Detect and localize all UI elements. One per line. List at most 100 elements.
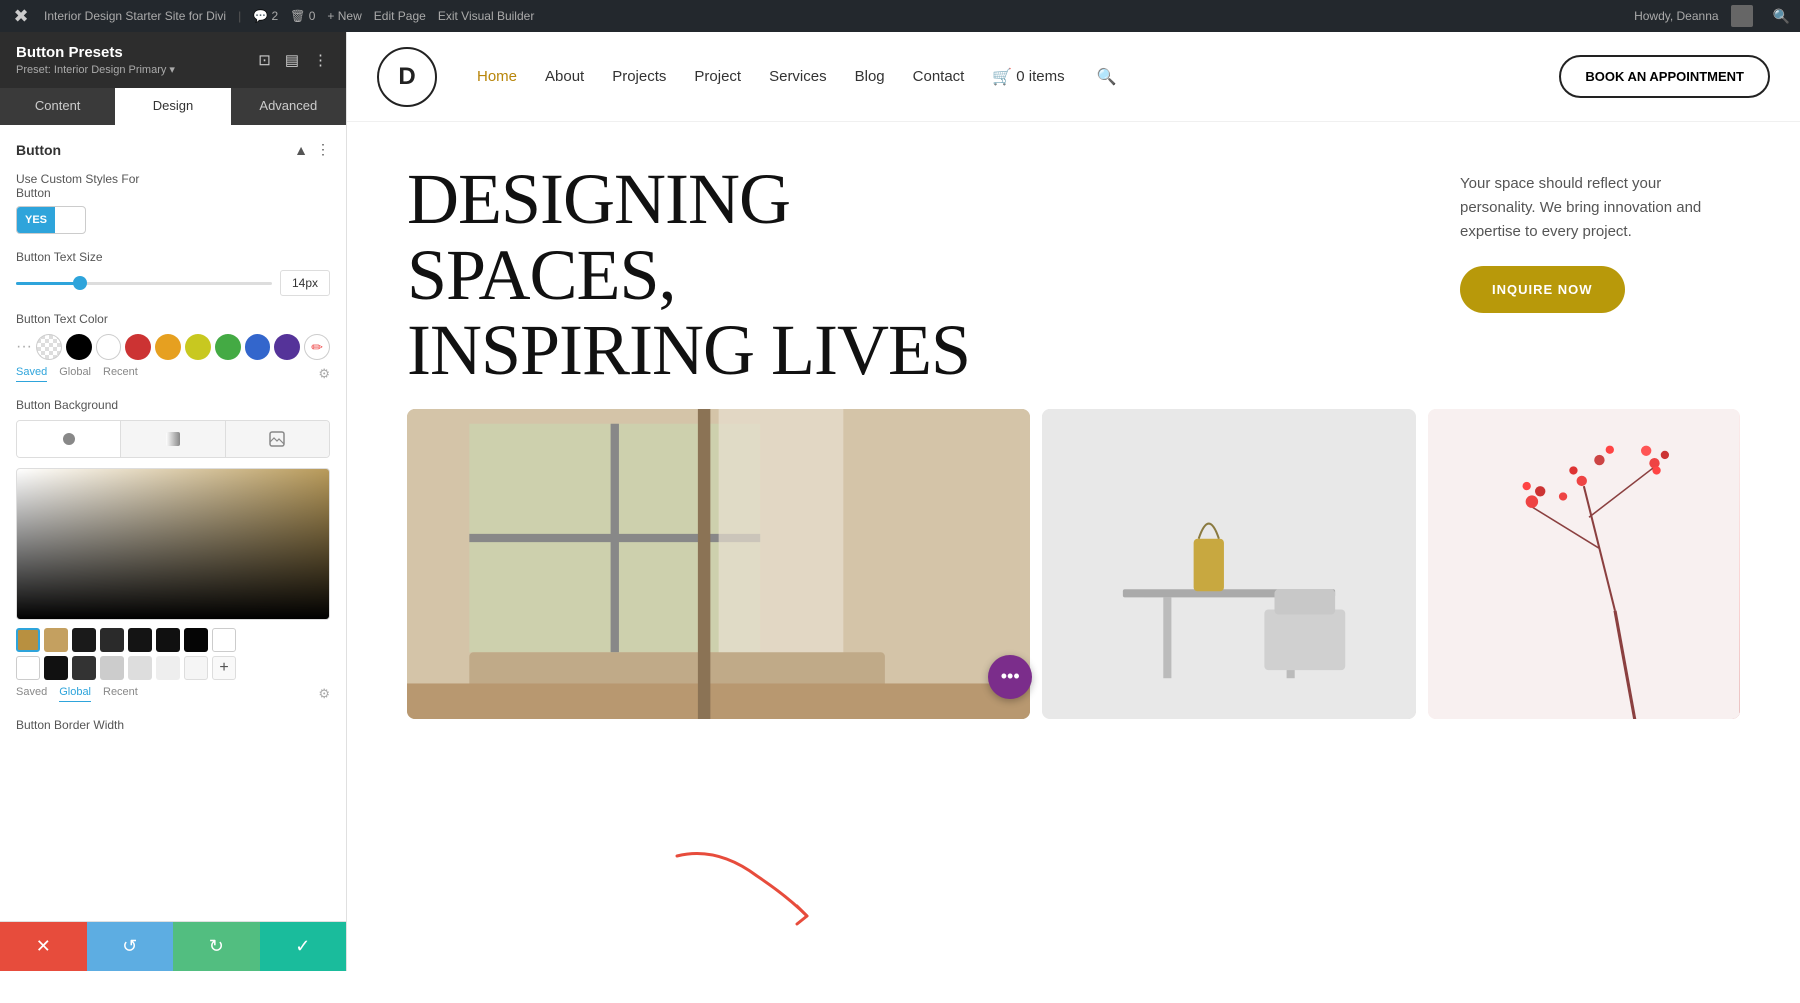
color-dots[interactable]: ··· xyxy=(16,338,32,356)
save-button[interactable]: ✓ xyxy=(260,922,347,972)
nav-link-contact[interactable]: Contact xyxy=(913,68,965,85)
panel-menu-btn[interactable]: ⋮ xyxy=(311,49,330,71)
tab-advanced[interactable]: Advanced xyxy=(231,88,346,125)
custom-styles-toggle-row: Use Custom Styles For Button YES xyxy=(16,172,330,234)
bg-swatches-row2: + xyxy=(16,656,330,680)
text-color-pencil[interactable]: ✏ xyxy=(304,334,330,360)
bg-tab-color[interactable] xyxy=(17,421,121,457)
site-nav: D Home About Projects Project Services B… xyxy=(347,32,1800,122)
nav-link-project[interactable]: Project xyxy=(694,68,741,85)
toggle-handle xyxy=(58,209,80,231)
border-width-label: Button Border Width xyxy=(16,718,330,732)
bg-color-tab-recent[interactable]: Recent xyxy=(103,686,138,702)
panel-header: Button Presets Preset: Interior Design P… xyxy=(0,32,346,88)
bg-swatch-white2[interactable] xyxy=(16,656,40,680)
section-collapse-btn[interactable]: ▲ xyxy=(294,141,308,158)
bg-swatch-dark3[interactable] xyxy=(128,628,152,652)
bg-swatch-dark4[interactable] xyxy=(156,628,180,652)
bg-swatch-dark2[interactable] xyxy=(100,628,124,652)
admin-exit-vb-link[interactable]: Exit Visual Builder xyxy=(438,9,535,23)
nav-link-home[interactable]: Home xyxy=(477,68,517,85)
text-color-tab-recent[interactable]: Recent xyxy=(103,366,138,382)
sketch-arrow xyxy=(657,836,817,941)
bg-color-tab-global[interactable]: Global xyxy=(59,686,91,702)
bg-color-tab-saved[interactable]: Saved xyxy=(16,686,47,702)
bg-tab-gradient[interactable] xyxy=(121,421,225,457)
text-color-green[interactable] xyxy=(215,334,241,360)
bg-tab-image[interactable] xyxy=(226,421,329,457)
tab-content[interactable]: Content xyxy=(0,88,115,125)
text-color-yellow[interactable] xyxy=(185,334,211,360)
admin-new-link[interactable]: + New xyxy=(327,9,361,23)
bg-swatch-dark5[interactable] xyxy=(184,628,208,652)
nav-link-services[interactable]: Services xyxy=(769,68,827,85)
tab-design[interactable]: Design xyxy=(115,88,230,125)
nav-link-projects[interactable]: Projects xyxy=(612,68,666,85)
bg-swatches-row1 xyxy=(16,628,330,652)
text-color-purple[interactable] xyxy=(274,334,300,360)
toggle-yes-label: YES xyxy=(17,207,55,233)
admin-edit-page-link[interactable]: Edit Page xyxy=(374,9,426,23)
panel-subtitle[interactable]: Preset: Interior Design Primary ▾ xyxy=(16,63,175,76)
admin-site-link[interactable]: Interior Design Starter Site for Divi xyxy=(44,9,226,23)
more-options-button[interactable]: ••• xyxy=(988,655,1032,699)
hero-left: DESIGNING SPACES, INSPIRING LIVES xyxy=(407,162,1420,389)
hero-subtitle: Your space should reflect your personali… xyxy=(1460,172,1740,244)
text-size-track[interactable] xyxy=(16,282,272,285)
bg-swatch-dark1[interactable] xyxy=(72,628,96,652)
nav-search-icon[interactable]: 🔍 xyxy=(1097,67,1117,87)
section-more-btn[interactable]: ⋮ xyxy=(316,141,330,158)
bg-swatch-golden-selected[interactable] xyxy=(16,628,40,652)
custom-styles-toggle[interactable]: YES xyxy=(16,206,86,234)
redo-button[interactable]: ↻ xyxy=(173,922,260,972)
text-color-white[interactable] xyxy=(96,334,122,360)
bg-swatch-tan[interactable] xyxy=(44,628,68,652)
site-nav-links: Home About Projects Project Services Blo… xyxy=(477,67,1559,87)
panel-copy-btn[interactable]: ⊡ xyxy=(256,49,273,71)
text-color-settings[interactable]: ⚙ xyxy=(318,366,330,382)
image-grid: ••• xyxy=(347,409,1800,719)
admin-trash-link[interactable]: 🗑 0 xyxy=(290,9,315,23)
inquire-now-button[interactable]: INQUIRE NOW xyxy=(1460,266,1625,313)
admin-comments-link[interactable]: 💬 2 xyxy=(253,9,278,23)
section-header: Button ▲ ⋮ xyxy=(16,141,330,158)
bg-label: Button Background xyxy=(16,398,330,412)
undo-button[interactable]: ↺ xyxy=(87,922,174,972)
bg-color-settings[interactable]: ⚙ xyxy=(318,686,330,702)
panel-layout-btn[interactable]: ▤ xyxy=(283,49,301,71)
nav-link-cart[interactable]: 🛒 0 items xyxy=(992,67,1064,87)
text-color-tab-global[interactable]: Global xyxy=(59,366,91,382)
text-color-blue[interactable] xyxy=(245,334,271,360)
admin-avatar xyxy=(1731,5,1753,27)
bg-swatch-dark6[interactable] xyxy=(72,656,96,680)
bg-swatch-white1[interactable] xyxy=(212,628,236,652)
color-picker-area[interactable] xyxy=(16,468,330,620)
bg-swatch-lgray2[interactable] xyxy=(128,656,152,680)
bg-swatch-add[interactable]: + xyxy=(212,656,236,680)
text-color-black[interactable] xyxy=(66,334,92,360)
bg-swatch-vdark[interactable] xyxy=(44,656,68,680)
bottom-bar: ✕ ↺ ↻ ✓ xyxy=(0,921,346,971)
nav-link-blog[interactable]: Blog xyxy=(855,68,885,85)
cancel-button[interactable]: ✕ xyxy=(0,922,87,972)
text-color-tab-saved[interactable]: Saved xyxy=(16,366,47,382)
text-color-red[interactable] xyxy=(125,334,151,360)
text-color-transparent[interactable] xyxy=(36,334,62,360)
text-color-orange[interactable] xyxy=(155,334,181,360)
nav-link-about[interactable]: About xyxy=(545,68,584,85)
text-size-row: Button Text Size 14px xyxy=(16,250,330,296)
hero-section: DESIGNING SPACES, INSPIRING LIVES Your s… xyxy=(347,122,1800,409)
admin-search-icon[interactable]: 🔍 xyxy=(1773,8,1790,25)
bg-swatch-lgray3[interactable] xyxy=(156,656,180,680)
bg-tabs xyxy=(16,420,330,458)
bg-swatch-near-white[interactable] xyxy=(184,656,208,680)
bg-swatch-lgray[interactable] xyxy=(100,656,124,680)
text-size-value[interactable]: 14px xyxy=(280,270,330,296)
text-size-thumb[interactable] xyxy=(73,276,87,290)
wp-icon[interactable]: ✖ xyxy=(10,5,32,27)
book-appointment-button[interactable]: BOOK AN APPOINTMENT xyxy=(1559,55,1770,98)
hero-image-2 xyxy=(1042,409,1416,719)
bg-section: Button Background xyxy=(16,398,330,702)
main-container: Button Presets Preset: Interior Design P… xyxy=(0,32,1800,971)
toggle-label: Use Custom Styles For Button xyxy=(16,172,330,200)
